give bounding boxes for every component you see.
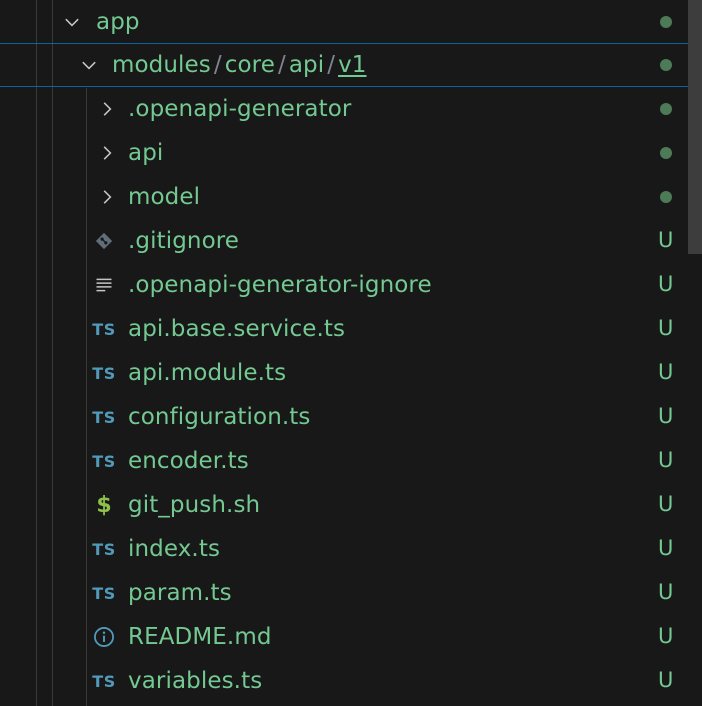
untracked-status: U [658,668,674,692]
untracked-status: U [658,404,674,428]
folder-label: api [128,140,164,166]
folder-row-openapi-generator[interactable]: .openapi-generator [0,87,702,131]
untracked-status: U [658,492,674,516]
file-row-variables-ts[interactable]: TS variables.ts U [0,659,702,703]
untracked-status: U [658,272,674,296]
untracked-status: U [658,228,674,252]
chevron-right-icon[interactable] [97,99,117,119]
info-icon [90,625,118,649]
file-row-openapi-generator-ignore[interactable]: .openapi-generator-ignore U [0,263,702,307]
folder-row-app[interactable]: app [0,0,702,44]
untracked-status: U [658,536,674,560]
chevron-down-icon[interactable] [62,12,82,32]
file-label: param.ts [128,580,232,606]
vertical-scrollbar-thumb[interactable] [688,0,702,254]
modified-dot-icon [660,147,672,159]
file-row-param-ts[interactable]: TS param.ts U [0,571,702,615]
path-segment-core[interactable]: core [225,52,275,78]
folder-row-model[interactable]: model [0,175,702,219]
file-label: index.ts [128,536,221,562]
untracked-status: U [658,580,674,604]
folder-row-modules-core-api-v1[interactable]: modules / core / api / v1 [0,43,702,87]
file-row-git-push-sh[interactable]: $ git_push.sh U [0,483,702,527]
path-separator: / [327,52,336,78]
modified-dot-icon [660,16,672,28]
file-explorer-tree: app modules / core / api / v1 .openapi-generat… [0,0,702,706]
untracked-status: U [658,316,674,340]
path-separator: / [277,52,286,78]
folder-row-api[interactable]: api [0,131,702,175]
untracked-status: U [658,360,674,384]
file-label: git_push.sh [128,492,261,518]
file-row-encoder-ts[interactable]: TS encoder.ts U [0,439,702,483]
lines-icon [90,273,118,297]
path-segment-modules[interactable]: modules [112,52,211,78]
folder-label: app [96,9,140,35]
typescript-file-icon: TS [92,407,116,427]
file-label: configuration.ts [128,404,311,430]
git-diamond-icon [90,229,118,253]
typescript-file-icon: TS [92,539,116,559]
untracked-status: U [658,448,674,472]
folder-label: model [128,184,201,210]
file-label: api.module.ts [128,360,287,386]
file-label: README.md [128,624,272,650]
folder-label: .openapi-generator [128,96,352,122]
file-row-gitignore[interactable]: .gitignore U [0,219,702,263]
file-row-readme-md[interactable]: README.md U [0,615,702,659]
file-label: .openapi-generator-ignore [128,272,432,298]
shell-script-icon: $ [96,492,112,518]
chevron-down-icon[interactable] [79,55,99,75]
file-row-index-ts[interactable]: TS index.ts U [0,527,702,571]
file-row-configuration-ts[interactable]: TS configuration.ts U [0,395,702,439]
file-row-api-base-service-ts[interactable]: TS api.base.service.ts U [0,307,702,351]
chevron-right-icon[interactable] [97,187,117,207]
chevron-right-icon[interactable] [97,143,117,163]
file-row-api-module-ts[interactable]: TS api.module.ts U [0,351,702,395]
typescript-file-icon: TS [92,451,116,471]
file-label: variables.ts [128,668,263,694]
file-label: api.base.service.ts [128,316,346,342]
path-separator: / [213,52,222,78]
typescript-file-icon: TS [92,363,116,383]
compact-folder-path: modules / core / api / v1 [112,52,367,78]
modified-dot-icon [660,59,672,71]
untracked-status: U [658,624,674,648]
path-segment-v1[interactable]: v1 [338,52,366,78]
path-segment-api[interactable]: api [289,52,324,78]
typescript-file-icon: TS [92,671,116,691]
modified-dot-icon [660,191,672,203]
typescript-file-icon: TS [92,319,116,339]
modified-dot-icon [660,103,672,115]
typescript-file-icon: TS [92,583,116,603]
file-label: encoder.ts [128,448,249,474]
file-label: .gitignore [128,228,240,254]
